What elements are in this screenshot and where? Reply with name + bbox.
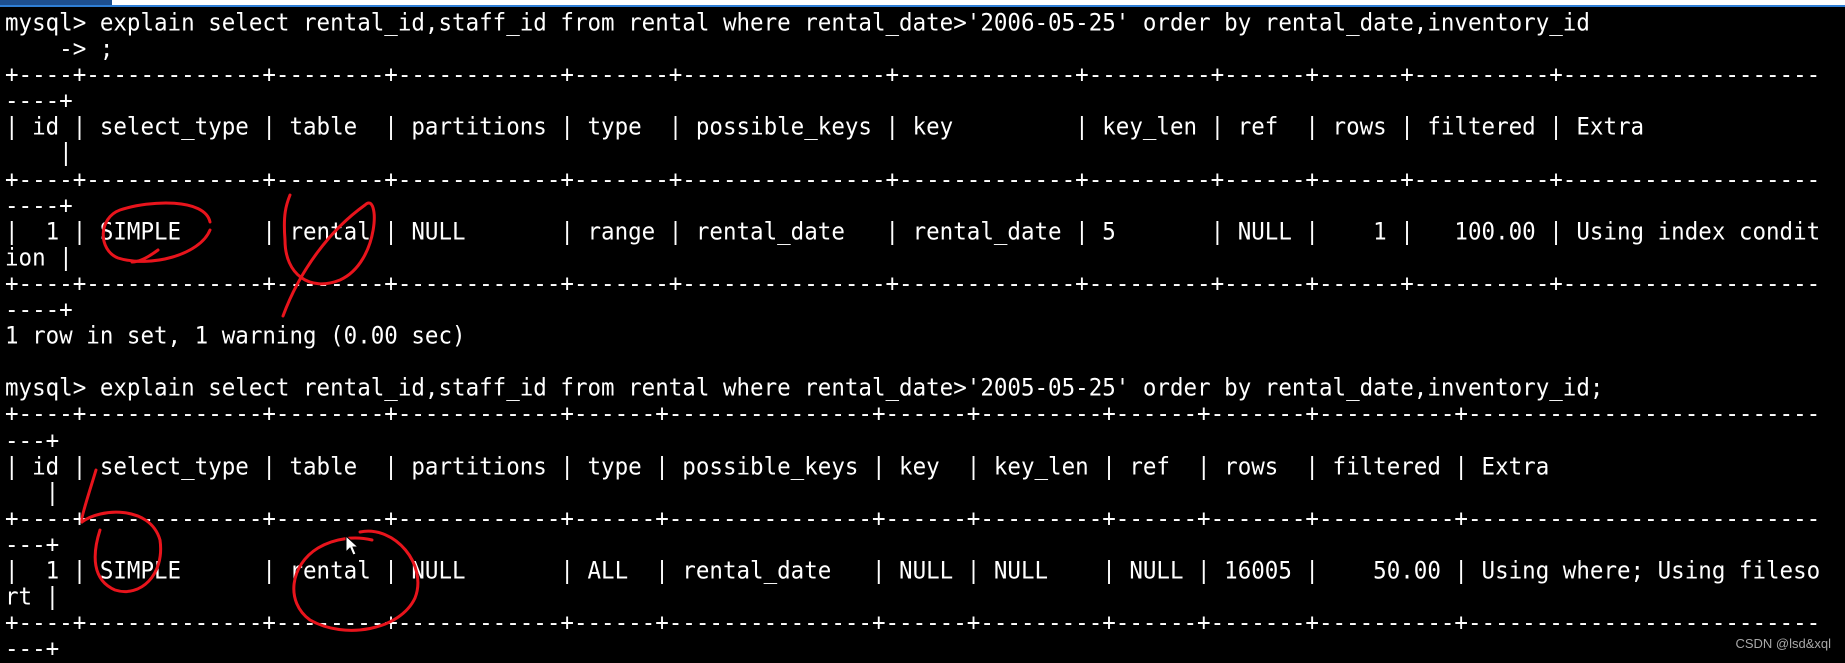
table-header: | id | select_type | table | partitions … bbox=[5, 452, 1821, 481]
table-row: | 1 | SIMPLE | rental | NULL | ALL | ren… bbox=[5, 556, 1821, 586]
table-border: +----+-------------+--------+-----------… bbox=[5, 609, 1821, 638]
status-line: 1 row in set, 1 warning (0.00 sec) bbox=[5, 322, 466, 351]
table-header: | bbox=[5, 139, 73, 168]
table-border: +----+-------------+--------+-----------… bbox=[5, 400, 1821, 429]
watermark: CSDN @lsd&xql bbox=[1735, 636, 1831, 651]
table-border: ---+ bbox=[5, 426, 60, 455]
table-border: +----+-------------+--------+-----------… bbox=[5, 165, 1821, 194]
table-border: ----+ bbox=[5, 87, 73, 116]
query-line: mysql> explain select rental_id,staff_id… bbox=[5, 8, 1590, 38]
table-border: +----+-------------+--------+-----------… bbox=[5, 269, 1821, 298]
terminal-output[interactable]: mysql> explain select rental_id,staff_id… bbox=[5, 8, 1821, 663]
table-border: +----+-------------+--------+-----------… bbox=[5, 61, 1821, 90]
query-line: -> ; bbox=[5, 35, 114, 64]
table-border: ----+ bbox=[5, 295, 73, 325]
window-top-bar bbox=[0, 0, 1845, 7]
table-border: +----+-------------+--------+-----------… bbox=[5, 504, 1821, 533]
table-border: ----+ bbox=[5, 191, 73, 220]
table-row: | 1 | SIMPLE | rental | NULL | range | r… bbox=[5, 217, 1821, 246]
table-header: | id | select_type | table | partitions … bbox=[5, 113, 1821, 142]
query-line: mysql> explain select rental_id,staff_id… bbox=[5, 374, 1604, 403]
table-row: rt | bbox=[5, 583, 60, 612]
table-row: ion | bbox=[5, 243, 73, 272]
table-border: ---+ bbox=[5, 530, 60, 559]
window-top-bar-left bbox=[0, 0, 112, 5]
table-header: | bbox=[5, 478, 60, 507]
